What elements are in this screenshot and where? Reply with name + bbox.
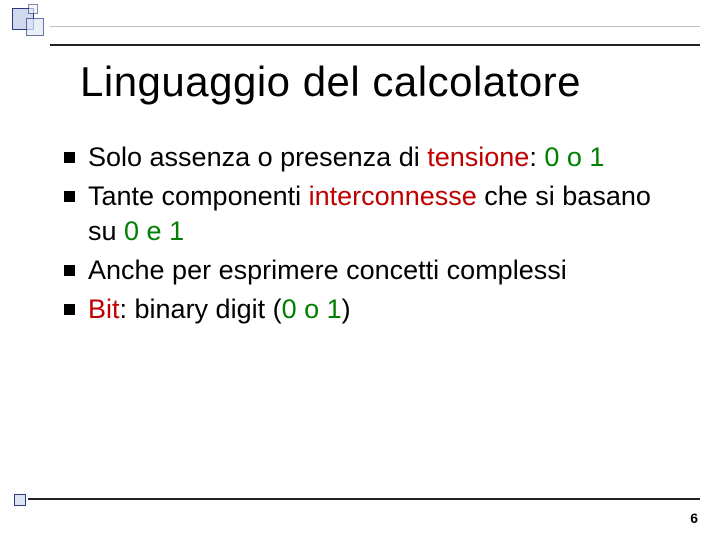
bullet-item: Solo assenza o presenza di tensione: 0 o… [60,140,680,175]
bullet-tail: 0 e 1 [124,216,184,246]
bullet-item: Bit: binary digit (0 o 1) [60,292,680,327]
header-rule [50,30,700,46]
slide-title: Linguaggio del calcolatore [80,58,581,106]
bullet-em: interconnesse [309,181,477,211]
bullet-text: : binary digit ( [120,294,282,324]
bullet-text: Anche per esprimere concetti complessi [88,255,567,285]
bullet-em: tensione [427,142,529,172]
slide-body: Solo assenza o presenza di tensione: 0 o… [60,140,680,331]
header-rule-thin [50,26,700,27]
bullet-text: Solo assenza o presenza di [88,142,427,172]
bullet-item: Tante componenti interconnesse che si ba… [60,179,680,249]
footer-square [14,494,26,506]
header-decoration [0,0,720,44]
bullet-tail: 0 o 1 [544,142,604,172]
decor-square [28,4,38,14]
decor-square [26,18,44,36]
bullet-text: ) [342,294,351,324]
bullet-text: : [529,142,544,172]
footer-rule [28,498,700,500]
bullet-text: Tante componenti [88,181,309,211]
bullet-item: Anche per esprimere concetti complessi [60,253,680,288]
bullet-tail: 0 o 1 [282,294,342,324]
page-number: 6 [690,510,698,526]
bullet-em: Bit [88,294,120,324]
